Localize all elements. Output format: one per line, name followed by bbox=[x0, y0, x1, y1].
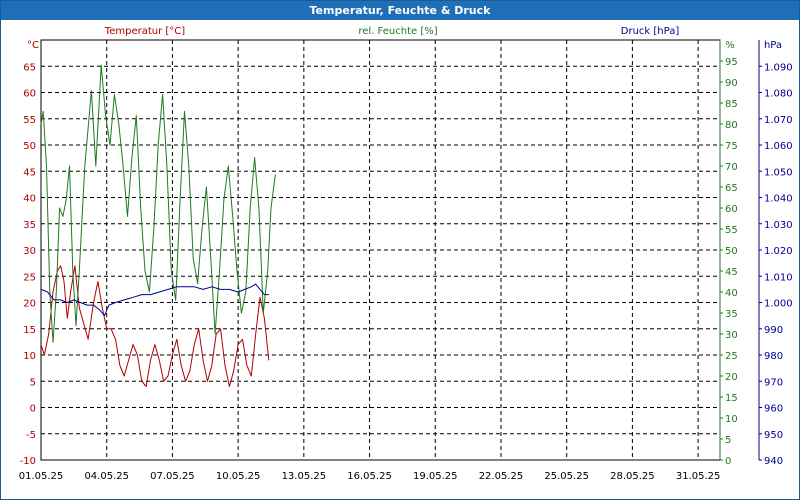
y-tick-label-temperature: 10 bbox=[23, 351, 36, 362]
y-tick-label-temperature: 20 bbox=[23, 299, 36, 310]
x-tick-label: 28.05.25 bbox=[610, 471, 655, 482]
y-tick-label-humidity: 10 bbox=[725, 414, 738, 425]
y-tick-label-humidity: 45 bbox=[725, 267, 738, 278]
y-tick-label-pressure: 980 bbox=[764, 351, 783, 362]
y-tick-label-humidity: 85 bbox=[725, 99, 738, 110]
y-tick-label-pressure: 1.090 bbox=[764, 62, 793, 73]
temperature-line bbox=[40, 265, 270, 387]
axis-label-humidity: rel. Feuchte [%] bbox=[358, 26, 437, 37]
y-tick-label-temperature: 15 bbox=[23, 325, 36, 336]
y-tick-label-humidity: 35 bbox=[725, 309, 738, 320]
y-tick-label-humidity: 60 bbox=[725, 204, 738, 215]
x-tick-label: 31.05.25 bbox=[676, 471, 721, 482]
y-tick-label-humidity: 20 bbox=[725, 372, 738, 383]
y-tick-label-pressure: 1.030 bbox=[764, 220, 793, 231]
x-tick-label: 13.05.25 bbox=[282, 471, 327, 482]
x-tick-label: 22.05.25 bbox=[479, 471, 524, 482]
y-tick-label-pressure: 950 bbox=[764, 430, 783, 441]
y-tick-label-pressure: 1.080 bbox=[764, 89, 793, 100]
axis-unit-humidity: % bbox=[725, 40, 735, 51]
y-tick-label-pressure: 1.000 bbox=[764, 299, 793, 310]
y-tick-label-humidity: 95 bbox=[725, 57, 738, 68]
y-tick-label-humidity: 0 bbox=[725, 456, 731, 467]
x-tick-label: 19.05.25 bbox=[413, 471, 458, 482]
y-tick-label-humidity: 55 bbox=[725, 225, 738, 236]
y-tick-label-humidity: 40 bbox=[725, 288, 738, 299]
y-tick-label-pressure: 1.050 bbox=[764, 167, 793, 178]
y-tick-label-temperature: 25 bbox=[23, 272, 36, 283]
y-tick-label-temperature: -10 bbox=[20, 456, 36, 467]
y-tick-label-humidity: 70 bbox=[725, 162, 738, 173]
y-tick-label-temperature: 40 bbox=[23, 194, 36, 205]
x-tick-label: 07.05.25 bbox=[150, 471, 195, 482]
y-tick-label-pressure: 960 bbox=[764, 404, 783, 415]
y-tick-label-temperature: 60 bbox=[23, 89, 36, 100]
y-tick-label-humidity: 65 bbox=[725, 183, 738, 194]
y-tick-label-temperature: 45 bbox=[23, 167, 36, 178]
y-tick-label-temperature: 50 bbox=[23, 141, 36, 152]
y-tick-label-pressure: 1.010 bbox=[764, 272, 793, 283]
y-tick-label-pressure: 1.070 bbox=[764, 115, 793, 126]
y-tick-label-humidity: 5 bbox=[725, 435, 731, 446]
y-tick-label-humidity: 50 bbox=[725, 246, 738, 257]
axis-label-temperature: Temperatur [°C] bbox=[104, 26, 185, 37]
grid bbox=[40, 39, 762, 461]
y-tick-label-pressure: 990 bbox=[764, 325, 783, 336]
axis-label-pressure: Druck [hPa] bbox=[621, 26, 680, 37]
y-tick-label-humidity: 75 bbox=[725, 141, 738, 152]
axis-unit-temperature: °C bbox=[27, 40, 39, 51]
y-tick-label-pressure: 1.040 bbox=[764, 194, 793, 205]
axis-unit-pressure: hPa bbox=[764, 40, 782, 51]
y-tick-label-humidity: 80 bbox=[725, 120, 738, 131]
y-tick-label-temperature: 65 bbox=[23, 62, 36, 73]
y-tick-label-pressure: 970 bbox=[764, 377, 783, 388]
x-tick-label: 25.05.25 bbox=[544, 471, 589, 482]
y-tick-label-humidity: 90 bbox=[725, 78, 738, 89]
y-tick-label-humidity: 30 bbox=[725, 330, 738, 341]
y-tick-label-temperature: -5 bbox=[26, 430, 36, 441]
y-tick-label-temperature: 5 bbox=[30, 377, 36, 388]
series-layer bbox=[40, 64, 276, 387]
labels-layer: 01.05.25 04.05.25 07.05.25 10.05.25 13.05.25… bbox=[19, 26, 793, 482]
y-tick-label-pressure: 1.060 bbox=[764, 141, 793, 152]
y-tick-label-temperature: 55 bbox=[23, 115, 36, 126]
y-tick-label-humidity: 25 bbox=[725, 351, 738, 362]
y-tick-label-pressure: 1.020 bbox=[764, 246, 793, 257]
x-tick-label: 16.05.25 bbox=[347, 471, 392, 482]
y-tick-label-temperature: 0 bbox=[30, 404, 36, 415]
y-tick-label-pressure: 940 bbox=[764, 456, 783, 467]
x-tick-label: 04.05.25 bbox=[84, 471, 129, 482]
line-chart: 01.05.25 04.05.25 07.05.25 10.05.25 13.05.25… bbox=[19, 26, 793, 482]
y-tick-label-humidity: 15 bbox=[725, 393, 738, 404]
y-tick-label-temperature: 35 bbox=[23, 220, 36, 231]
x-tick-label: 01.05.25 bbox=[19, 471, 64, 482]
y-tick-label-temperature: 30 bbox=[23, 246, 36, 257]
x-tick-label: 10.05.25 bbox=[216, 471, 261, 482]
